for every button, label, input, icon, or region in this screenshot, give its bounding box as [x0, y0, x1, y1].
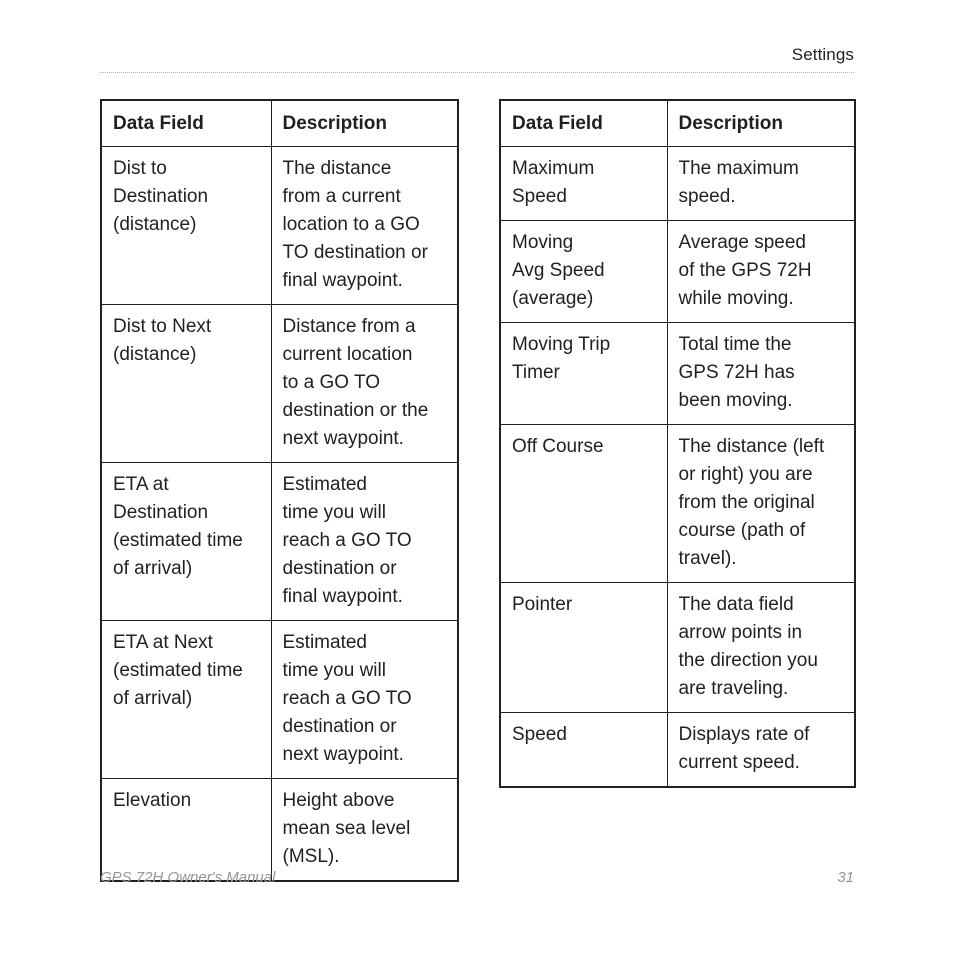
table-row: Off Course The distance (left or right) y… — [499, 424, 856, 583]
cell-data-field: Speed — [499, 712, 668, 787]
table-row: Moving Trip Timer Total time the GPS 72H … — [499, 322, 856, 425]
column-header-data-field: Data Field — [100, 99, 272, 147]
table-row: Moving Avg Speed (average) Average speed … — [499, 220, 856, 323]
data-field-text: Pointer — [512, 594, 573, 615]
cell-data-field: Moving Avg Speed (average) — [499, 220, 668, 323]
footer-manual-title: GPS 72H Owner's Manual — [100, 869, 276, 886]
description-text: Total time the GPS 72H has been moving. — [678, 334, 795, 411]
manual-page: Settings Data Field Description Dist to … — [0, 0, 954, 954]
data-field-table-right: Data Field Description Maximum Speed The … — [499, 99, 856, 788]
data-field-table-left: Data Field Description Dist to Destinati… — [100, 99, 459, 882]
description-text: The distance from a current location to … — [282, 158, 428, 291]
header-title: Settings — [791, 45, 854, 64]
data-field-text: Dist to Next (distance) — [113, 316, 212, 365]
cell-description: The distance from a current location to … — [270, 146, 459, 305]
column-header-description: Description — [270, 99, 459, 147]
cell-data-field: Maximum Speed — [499, 146, 668, 221]
cell-data-field: Elevation — [100, 778, 272, 881]
data-field-text: ETA at Next (estimated time of arrival) — [113, 632, 243, 709]
description-text: Height above mean sea level (MSL). — [282, 790, 411, 867]
cell-description: The maximum speed. — [666, 146, 856, 221]
cell-description: Estimated time you will reach a GO TO de… — [270, 620, 459, 779]
table-row: Speed Displays rate of current speed. — [499, 712, 856, 787]
cell-description: Height above mean sea level (MSL). — [270, 778, 459, 881]
cell-description: Distance from a current location to a GO… — [270, 304, 459, 463]
data-field-text: Off Course — [512, 436, 604, 457]
header-divider — [100, 72, 854, 74]
data-field-text: Elevation — [113, 790, 192, 811]
description-text: The maximum speed. — [678, 158, 799, 207]
description-text: The distance (left or right) you are fro… — [678, 436, 825, 569]
description-text: Estimated time you will reach a GO TO de… — [282, 632, 412, 765]
footer-page-number: 31 — [837, 869, 854, 886]
cell-description: The distance (left or right) you are fro… — [666, 424, 856, 583]
cell-description: Total time the GPS 72H has been moving. — [666, 322, 856, 425]
cell-data-field: ETA at Next (estimated time of arrival) — [100, 620, 272, 779]
description-text: Estimated time you will reach a GO TO de… — [282, 474, 412, 607]
data-field-text: Moving Trip Timer — [512, 334, 611, 383]
table-row: ETA at Destination (estimated time of ar… — [100, 462, 459, 621]
table-body-right: Maximum Speed The maximum speed. Moving Av… — [499, 146, 856, 787]
cell-data-field: ETA at Destination (estimated time of ar… — [100, 462, 272, 621]
cell-description: Average speed of the GPS 72H while movin… — [666, 220, 856, 323]
cell-description: Displays rate of current speed. — [666, 712, 856, 787]
table-row: Pointer The data field arrow points in th… — [499, 582, 856, 713]
cell-data-field: Pointer — [499, 582, 668, 713]
data-field-text: ETA at Destination (estimated time of ar… — [113, 474, 243, 579]
table-row: Elevation Height above mean sea level (MS… — [100, 778, 459, 881]
column-header-description: Description — [666, 99, 856, 147]
data-field-text: Speed — [512, 724, 567, 745]
description-text: Displays rate of current speed. — [678, 724, 810, 773]
cell-data-field: Dist to Destination (distance) — [100, 146, 272, 305]
data-field-text: Maximum Speed — [512, 158, 595, 207]
description-text: Average speed of the GPS 72H while movin… — [678, 232, 812, 309]
cell-data-field: Moving Trip Timer — [499, 322, 668, 425]
page-footer: GPS 72H Owner's Manual 31 — [100, 868, 854, 888]
cell-description: The data field arrow points in the direc… — [666, 582, 856, 713]
description-text: Distance from a current location to a GO… — [282, 316, 429, 449]
table-row: Dist to Destination (distance) The distan… — [100, 146, 459, 305]
cell-data-field: Dist to Next (distance) — [100, 304, 272, 463]
table-row: ETA at Next (estimated time of arrival) E… — [100, 620, 459, 779]
description-text: The data field arrow points in the direc… — [678, 594, 818, 699]
data-field-text: Moving Avg Speed (average) — [512, 232, 605, 309]
column-header-data-field: Data Field — [499, 99, 668, 147]
cell-description: Estimated time you will reach a GO TO de… — [270, 462, 459, 621]
cell-data-field: Off Course — [499, 424, 668, 583]
running-header: Settings — [100, 44, 854, 74]
table-body-left: Dist to Destination (distance) The distan… — [100, 146, 459, 881]
table-header-row: Data Field Description — [100, 99, 459, 147]
table-row: Dist to Next (distance) Distance from a c… — [100, 304, 459, 463]
table-header-row: Data Field Description — [499, 99, 856, 147]
table-row: Maximum Speed The maximum speed. — [499, 146, 856, 221]
data-field-text: Dist to Destination (distance) — [113, 158, 209, 235]
